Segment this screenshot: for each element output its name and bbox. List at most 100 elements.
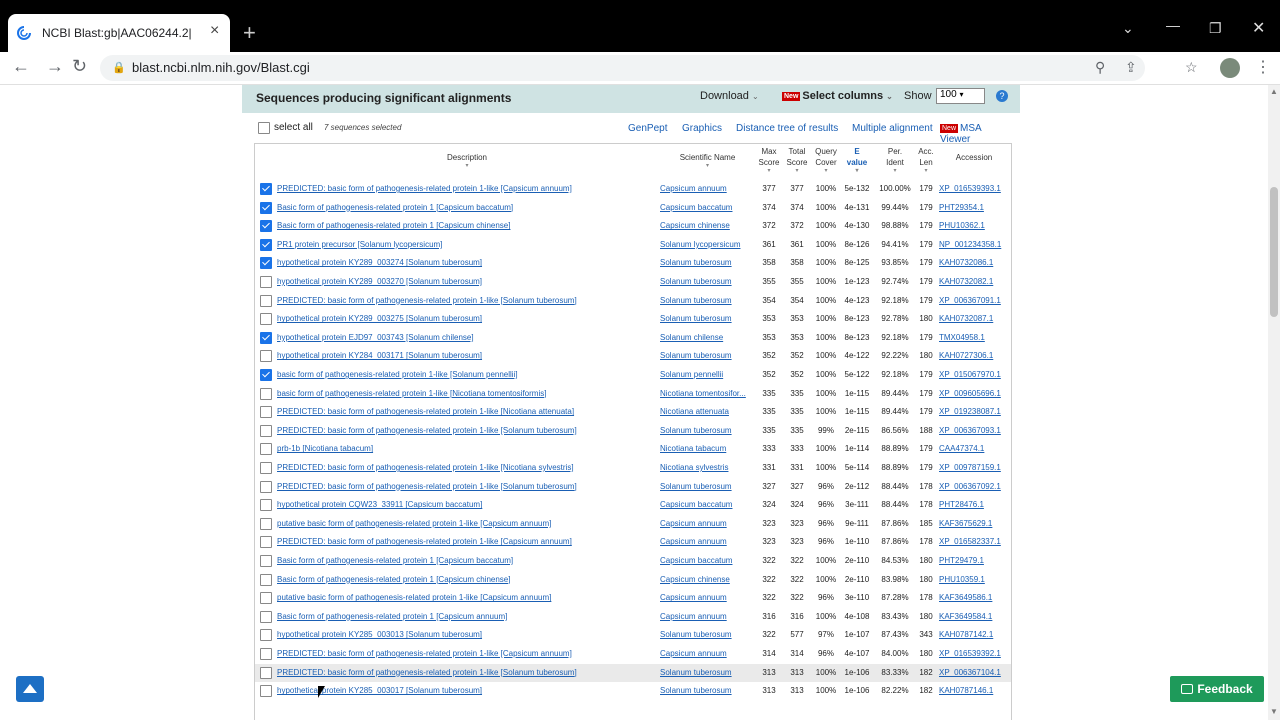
row-checkbox[interactable]	[260, 257, 272, 270]
row-accession-link[interactable]: CAA47374.1	[939, 444, 1009, 453]
row-description-link[interactable]: hypothetical protein KY284_003171 [Solan…	[277, 351, 657, 360]
row-description-link[interactable]: PREDICTED: basic form of pathogenesis-re…	[277, 482, 657, 491]
row-accession-link[interactable]: KAH0787142.1	[939, 630, 1009, 639]
row-checkbox[interactable]	[260, 369, 272, 381]
row-checkbox[interactable]	[260, 443, 272, 456]
row-accession-link[interactable]: KAF3649584.1	[939, 612, 1009, 621]
col-acc-len[interactable]: Acc. Len ▾	[915, 146, 937, 182]
row-description-link[interactable]: putative basic form of pathogenesis-rela…	[277, 519, 657, 528]
row-scientific-name-link[interactable]: Capsicum chinense	[660, 221, 755, 230]
row-checkbox[interactable]	[260, 592, 272, 605]
row-accession-link[interactable]: NP_001234358.1	[939, 240, 1009, 249]
row-scientific-name-link[interactable]: Capsicum annuum	[660, 593, 755, 602]
row-accession-link[interactable]: PHT29354.1	[939, 203, 1009, 212]
row-scientific-name-link[interactable]: Capsicum baccatum	[660, 556, 755, 565]
row-accession-link[interactable]: XP_019238087.1	[939, 407, 1009, 416]
browser-tab[interactable]: NCBI Blast:gb|AAC06244.2| ×	[8, 14, 230, 52]
row-scientific-name-link[interactable]: Solanum tuberosum	[660, 277, 755, 286]
row-checkbox[interactable]	[260, 387, 272, 400]
row-scientific-name-link[interactable]: Solanum tuberosum	[660, 351, 755, 360]
col-e-value[interactable]: Evalue ▾	[841, 146, 873, 182]
row-scientific-name-link[interactable]: Capsicum annuum	[660, 184, 755, 193]
row-description-link[interactable]: hypothetical protein KY289_003274 [Solan…	[277, 258, 657, 267]
row-accession-link[interactable]: XP_009605696.1	[939, 389, 1009, 398]
back-to-top-button[interactable]	[16, 676, 44, 702]
tab-search-icon[interactable]: ⌄	[1122, 20, 1134, 37]
msa-viewer-link[interactable]: New MSA Viewer	[940, 123, 1014, 145]
row-accession-link[interactable]: KAH0732086.1	[939, 258, 1009, 267]
row-description-link[interactable]: PR1 protein precursor [Solanum lycopersi…	[277, 240, 657, 249]
row-description-link[interactable]: putative basic form of pathogenesis-rela…	[277, 593, 657, 602]
row-checkbox[interactable]	[260, 406, 272, 419]
row-accession-link[interactable]: KAH0732082.1	[939, 277, 1009, 286]
row-accession-link[interactable]: KAF3649586.1	[939, 593, 1009, 602]
row-accession-link[interactable]: XP_016539393.1	[939, 184, 1009, 193]
address-bar[interactable]: 🔒 blast.ncbi.nlm.nih.gov/Blast.cgi ⚲ ⇪	[100, 55, 1145, 81]
row-checkbox[interactable]	[260, 517, 272, 530]
row-description-link[interactable]: Basic form of pathogenesis-related prote…	[277, 556, 657, 565]
row-accession-link[interactable]: PHU10359.1	[939, 575, 1009, 584]
zoom-icon[interactable]: ⚲	[1095, 59, 1105, 76]
row-description-link[interactable]: basic form of pathogenesis-related prote…	[277, 370, 657, 379]
row-accession-link[interactable]: XP_006367104.1	[939, 668, 1009, 677]
row-accession-link[interactable]: KAH0787146.1	[939, 686, 1009, 695]
row-scientific-name-link[interactable]: Solanum tuberosum	[660, 686, 755, 695]
row-checkbox[interactable]	[260, 555, 272, 567]
row-scientific-name-link[interactable]: Solanum tuberosum	[660, 482, 755, 491]
row-scientific-name-link[interactable]: Solanum tuberosum	[660, 314, 755, 323]
row-accession-link[interactable]: KAF3675629.1	[939, 519, 1009, 528]
select-all-checkbox[interactable]	[258, 122, 270, 134]
col-per-ident[interactable]: Per. Ident ▾	[875, 146, 915, 182]
new-tab-icon[interactable]: +	[243, 22, 256, 44]
row-checkbox[interactable]	[260, 610, 272, 623]
help-icon[interactable]: ?	[996, 90, 1008, 102]
row-accession-link[interactable]: TMX04958.1	[939, 333, 1009, 342]
row-description-link[interactable]: hypothetical protein KY285_003013 [Solan…	[277, 630, 657, 639]
row-description-link[interactable]: PREDICTED: basic form of pathogenesis-re…	[277, 426, 657, 435]
row-description-link[interactable]: PREDICTED: basic form of pathogenesis-re…	[277, 463, 657, 472]
row-description-link[interactable]: PREDICTED: basic form of pathogenesis-re…	[277, 296, 657, 305]
row-description-link[interactable]: Basic form of pathogenesis-related prote…	[277, 575, 657, 584]
row-description-link[interactable]: hypothetical protein KY285_003017 [Solan…	[277, 686, 657, 695]
row-scientific-name-link[interactable]: Solanum pennellii	[660, 370, 755, 379]
row-description-link[interactable]: Basic form of pathogenesis-related prote…	[277, 203, 657, 212]
back-icon[interactable]: ←	[12, 56, 30, 77]
row-checkbox[interactable]	[260, 573, 272, 586]
row-checkbox[interactable]	[260, 183, 272, 195]
row-description-link[interactable]: hypothetical protein KY289_003275 [Solan…	[277, 314, 657, 323]
row-description-link[interactable]: PREDICTED: basic form of pathogenesis-re…	[277, 668, 657, 677]
row-scientific-name-link[interactable]: Capsicum annuum	[660, 519, 755, 528]
row-scientific-name-link[interactable]: Solanum tuberosum	[660, 258, 755, 267]
row-checkbox[interactable]	[260, 629, 272, 642]
scroll-up-icon[interactable]: ▲	[1270, 87, 1278, 96]
row-scientific-name-link[interactable]: Solanum tuberosum	[660, 668, 755, 677]
row-checkbox[interactable]	[260, 480, 272, 493]
row-checkbox[interactable]	[260, 313, 272, 326]
row-checkbox[interactable]	[260, 201, 272, 214]
distance-tree-link[interactable]: Distance tree of results	[736, 123, 838, 134]
select-all-label[interactable]: select all	[274, 122, 313, 133]
genpept-link[interactable]: GenPept	[628, 123, 667, 134]
select-columns-menu[interactable]: New Select columns ⌄	[782, 90, 893, 102]
row-accession-link[interactable]: XP_006367092.1	[939, 482, 1009, 491]
row-checkbox[interactable]	[260, 462, 272, 474]
row-scientific-name-link[interactable]: Solanum tuberosum	[660, 296, 755, 305]
row-accession-link[interactable]: XP_016582337.1	[939, 537, 1009, 546]
row-description-link[interactable]: PREDICTED: basic form of pathogenesis-re…	[277, 407, 657, 416]
row-accession-link[interactable]: XP_009787159.1	[939, 463, 1009, 472]
graphics-link[interactable]: Graphics	[682, 123, 722, 134]
col-total-score[interactable]: Total Score ▾	[783, 146, 811, 182]
row-scientific-name-link[interactable]: Nicotiana attenuata	[660, 407, 755, 416]
row-accession-link[interactable]: XP_006367093.1	[939, 426, 1009, 435]
row-description-link[interactable]: hypothetical protein KY289_003270 [Solan…	[277, 277, 657, 286]
row-checkbox[interactable]	[260, 648, 272, 660]
row-description-link[interactable]: hypothetical protein CQW23_33911 [Capsic…	[277, 500, 657, 509]
feedback-button[interactable]: Feedback	[1170, 676, 1264, 702]
restore-icon[interactable]: ❐	[1209, 20, 1222, 37]
row-checkbox[interactable]	[260, 331, 272, 344]
row-checkbox[interactable]	[260, 238, 272, 251]
bookmark-star-icon[interactable]: ☆	[1185, 59, 1198, 76]
lock-icon[interactable]: 🔒	[112, 61, 126, 74]
reload-icon[interactable]: ↻	[72, 56, 87, 77]
row-checkbox[interactable]	[260, 666, 272, 679]
